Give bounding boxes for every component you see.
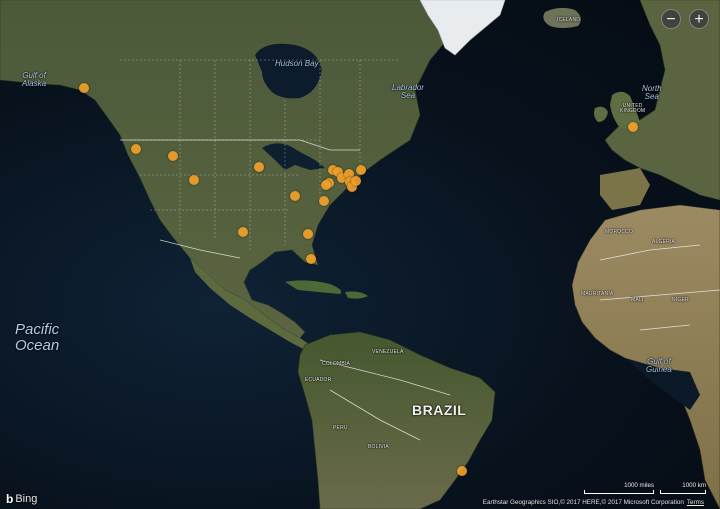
cuba-landmass bbox=[285, 280, 342, 294]
iceland-landmass bbox=[543, 7, 581, 28]
location-marker[interactable] bbox=[306, 254, 316, 264]
zoom-out-button[interactable]: − bbox=[661, 9, 681, 29]
south-america-landmass bbox=[297, 331, 496, 509]
scale-bar-km: 1000 km bbox=[660, 482, 706, 494]
bing-brand-text: Bing bbox=[15, 493, 38, 505]
location-marker[interactable] bbox=[321, 180, 331, 190]
location-marker[interactable] bbox=[254, 162, 264, 172]
location-marker[interactable] bbox=[319, 196, 329, 206]
scale-miles-label: 1000 miles bbox=[624, 482, 654, 489]
scale-km-label: 1000 km bbox=[682, 482, 706, 489]
location-marker[interactable] bbox=[457, 466, 467, 476]
bing-logo-icon: b bbox=[6, 492, 14, 506]
copyright-text: Earthstar Geographics SIO,© 2017 HERE,© … bbox=[482, 499, 684, 506]
terms-link[interactable]: Terms bbox=[687, 499, 704, 506]
hispaniola-landmass bbox=[345, 291, 368, 299]
location-marker[interactable] bbox=[356, 165, 366, 175]
ireland-landmass bbox=[594, 106, 608, 122]
location-marker[interactable] bbox=[79, 83, 89, 93]
location-marker[interactable] bbox=[168, 151, 178, 161]
location-marker[interactable] bbox=[131, 144, 141, 154]
scale-miles-bar bbox=[584, 490, 654, 494]
map-basemap bbox=[0, 0, 720, 509]
map-canvas[interactable]: Gulf of Alaska Hudson Bay Labrador Sea N… bbox=[0, 0, 720, 509]
north-america-landmass bbox=[0, 0, 456, 339]
scale-bar-miles: 1000 miles bbox=[584, 482, 654, 494]
location-marker[interactable] bbox=[189, 175, 199, 185]
location-marker[interactable] bbox=[628, 122, 638, 132]
copyright-notice: Earthstar Geographics SIO,© 2017 HERE,© … bbox=[483, 499, 704, 506]
location-marker[interactable] bbox=[303, 229, 313, 239]
zoom-in-button[interactable]: + bbox=[689, 9, 709, 29]
location-marker[interactable] bbox=[351, 176, 361, 186]
bing-logo[interactable]: b Bing bbox=[6, 492, 37, 506]
iberia-landmass bbox=[600, 168, 650, 210]
scale-km-bar bbox=[660, 490, 706, 494]
location-marker[interactable] bbox=[238, 227, 248, 237]
location-marker[interactable] bbox=[290, 191, 300, 201]
